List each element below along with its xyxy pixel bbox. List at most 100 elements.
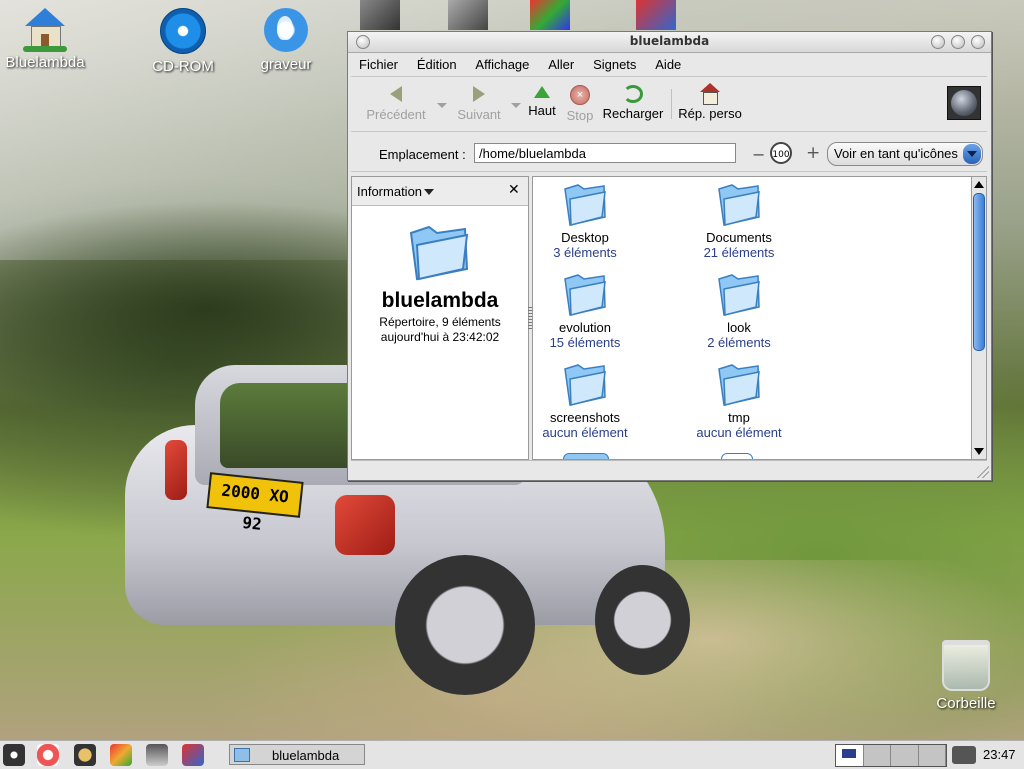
throbber-icon [947, 86, 981, 120]
sidepane-folder-name: bluelambda [381, 289, 499, 312]
stop-icon: × [570, 85, 590, 105]
zoom-out-button[interactable]: − [752, 145, 765, 164]
menu-signets[interactable]: Signets [585, 54, 643, 72]
desktop-icon-cdrom[interactable]: CD-ROM [128, 8, 238, 75]
view-mode-label: Voir en tant qu'icônes [834, 146, 958, 161]
sidepane-dropdown-icon[interactable] [424, 189, 434, 195]
workspace-2[interactable] [863, 745, 891, 766]
sidepane-header[interactable]: Information ✕ [352, 177, 528, 206]
workspace-pager[interactable] [835, 744, 947, 767]
forward-history-dropdown[interactable] [511, 103, 521, 108]
folder-icon [718, 364, 760, 406]
reload-label: Recharger [602, 106, 664, 121]
zoom-in-button[interactable]: + [806, 143, 820, 163]
partial-desktop-icon[interactable] [530, 0, 570, 30]
folder-icon [564, 274, 606, 316]
scroll-down-icon[interactable] [974, 448, 984, 455]
folder-count: 15 éléments [549, 335, 621, 350]
workspace-4[interactable] [918, 745, 946, 766]
up-button[interactable]: Haut [527, 83, 557, 118]
car-left-light [165, 440, 187, 500]
tray-icon[interactable] [952, 746, 976, 764]
folder-item[interactable]: tmp aucun élément [679, 363, 799, 440]
folder-item[interactable]: look 2 éléments [679, 273, 799, 350]
back-button[interactable]: Précédent [365, 83, 427, 122]
folder-item[interactable]: Desktop 3 éléments [533, 183, 645, 260]
back-arrow-icon [390, 86, 402, 102]
forward-button[interactable]: Suivant [453, 83, 505, 122]
taskbar-task-bluelambda[interactable]: bluelambda [229, 744, 365, 765]
trash-icon [942, 640, 990, 691]
gnome-foot-icon[interactable] [3, 744, 25, 766]
window-resize-grip[interactable] [977, 466, 989, 478]
help-lifebuoy-icon[interactable] [37, 744, 59, 766]
reload-icon [623, 85, 643, 103]
toolbar: Précédent Suivant Haut × Stop Recharger … [351, 79, 987, 132]
desktop-icon-burner[interactable]: graveur [231, 8, 341, 73]
folder-item[interactable]: evolution 15 éléments [533, 273, 645, 350]
folder-count: 21 éléments [703, 245, 775, 260]
clock[interactable]: 23:47 [983, 747, 1016, 762]
terminal-icon[interactable] [146, 744, 168, 766]
desktop-icon-trash[interactable]: Corbeille [911, 640, 1021, 712]
folder-count: 3 éléments [553, 245, 617, 260]
menubar: Fichier Édition Affichage Aller Signets … [351, 54, 987, 77]
window-title: bluelambda [629, 34, 710, 48]
menu-aller[interactable]: Aller [540, 54, 581, 72]
location-input[interactable] [474, 143, 736, 163]
home-button[interactable]: Rép. perso [677, 83, 743, 121]
menu-edition[interactable]: Édition [409, 54, 464, 72]
folder-icon[interactable] [563, 453, 609, 459]
desktop-icon-home[interactable]: Bluelambda [0, 6, 100, 71]
mail-icon[interactable] [182, 744, 204, 766]
folder-name: tmp [728, 410, 750, 425]
folder-item[interactable]: Documents 21 éléments [679, 183, 799, 260]
minimize-button[interactable] [931, 35, 945, 49]
desktop-icon-label: CD-ROM [152, 58, 214, 75]
workspace-3[interactable] [891, 745, 919, 766]
reload-button[interactable]: Recharger [602, 83, 664, 121]
office-icon[interactable] [110, 744, 132, 766]
taskbar: bluelambda 23:47 [0, 740, 1024, 769]
burner-icon [264, 8, 308, 52]
settings-icon[interactable] [74, 744, 96, 766]
home-icon [23, 6, 67, 52]
maximize-button[interactable] [951, 35, 965, 49]
folder-name: Desktop [561, 230, 609, 245]
workspace-1[interactable] [836, 745, 864, 766]
window-titlebar[interactable]: bluelambda [348, 32, 991, 53]
view-mode-select[interactable]: Voir en tant qu'icônes [827, 142, 983, 166]
partial-desktop-icon[interactable] [360, 0, 400, 30]
partial-desktop-icon[interactable] [448, 0, 488, 30]
sidepane-folder-kind: Répertoire, 9 éléments [379, 315, 501, 329]
partial-desktop-icon[interactable] [636, 0, 676, 30]
menu-affichage[interactable]: Affichage [467, 54, 536, 72]
stop-button[interactable]: × Stop [565, 83, 595, 123]
home-label: Rép. perso [678, 106, 742, 121]
up-label: Haut [528, 103, 556, 118]
folder-name: screenshots [549, 410, 621, 425]
location-bar: Emplacement : − 100 + Voir en tant qu'ic… [351, 135, 987, 172]
desktop-icon-label: Corbeille [936, 695, 996, 712]
scroll-thumb[interactable] [973, 193, 985, 351]
back-label: Précédent [366, 107, 426, 122]
scroll-up-icon[interactable] [974, 181, 984, 188]
folder-item[interactable]: screenshots aucun élément [533, 363, 645, 440]
location-label: Emplacement : [379, 147, 466, 162]
chevron-down-icon [963, 144, 981, 164]
vertical-scrollbar[interactable] [971, 176, 987, 460]
menu-aide[interactable]: Aide [647, 54, 688, 72]
stop-label: Stop [566, 108, 594, 123]
close-button[interactable] [971, 35, 985, 49]
folder-count: aucun élément [696, 425, 782, 440]
zoom-level-icon[interactable]: 100 [770, 142, 792, 164]
menu-fichier[interactable]: Fichier [351, 54, 405, 72]
sidepane-close-icon[interactable]: ✕ [508, 182, 520, 198]
folder-icon [718, 274, 760, 316]
file-icon[interactable] [721, 453, 753, 459]
folder-icon [564, 364, 606, 406]
desktop-icon-label: graveur [260, 56, 312, 73]
up-arrow-icon [534, 86, 550, 98]
file-manager-window: bluelambda Fichier Édition Affichage All… [347, 31, 992, 481]
back-history-dropdown[interactable] [437, 103, 447, 108]
